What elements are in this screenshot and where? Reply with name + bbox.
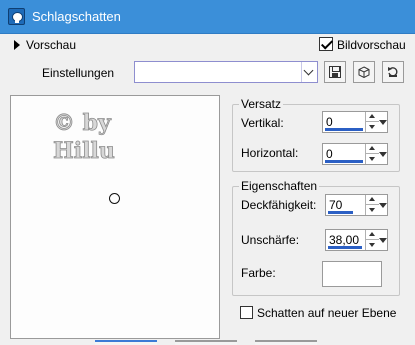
cube-icon (358, 66, 370, 78)
farbe-color-swatch[interactable] (322, 261, 382, 287)
unschaerfe-value[interactable]: 38,00 (329, 233, 359, 247)
reset-icon (388, 67, 398, 77)
window-title: Schlagschatten (32, 9, 121, 24)
deckfaehigkeit-stepper[interactable] (365, 195, 379, 215)
versatz-title: Versatz (239, 97, 284, 111)
eigenschaften-group: Eigenschaften Deckfähigkeit: 70 Unschärf… (232, 179, 400, 296)
deckfaehigkeit-spinbox[interactable]: 70 (325, 194, 388, 216)
vertikal-spinbox[interactable]: 0 (322, 111, 388, 133)
deckfaehigkeit-label: Deckfähigkeit: (241, 198, 317, 212)
vertikal-value[interactable]: 0 (326, 115, 333, 129)
watermark-line-2: Hillu (53, 138, 115, 164)
preview-toggle-label[interactable]: Vorschau (26, 38, 76, 52)
cancel-button[interactable] (175, 340, 237, 345)
settings-dropdown[interactable] (134, 61, 318, 83)
horizontal-value[interactable]: 0 (326, 147, 333, 161)
versatz-group: Versatz Vertikal: 0 Horizontal: 0 (232, 97, 400, 172)
shadow-app-icon (8, 8, 25, 25)
settings-label: Einstellungen (42, 66, 115, 80)
horizontal-stepper[interactable] (365, 144, 379, 164)
horizontal-spinbox[interactable]: 0 (322, 143, 388, 165)
shadow-new-layer-label[interactable]: Schatten auf neuer Ebene (257, 306, 396, 320)
unschaerfe-label: Unschärfe: (241, 233, 300, 247)
floppy-icon (329, 66, 341, 78)
chevron-down-icon[interactable] (301, 62, 317, 82)
watermark-line-1: © by (53, 110, 112, 136)
ok-button[interactable] (95, 340, 157, 345)
load-preset-button[interactable] (353, 61, 375, 83)
cursor-circle-icon (109, 193, 120, 204)
horizontal-label: Horizontal: (241, 146, 299, 160)
eigenschaften-title: Eigenschaften (239, 179, 320, 193)
farbe-label: Farbe: (241, 266, 276, 280)
save-preset-button[interactable] (324, 61, 346, 83)
deckfaehigkeit-dropdown-icon[interactable] (378, 195, 388, 215)
bildvorschau-checkbox[interactable] (319, 37, 333, 51)
help-button[interactable] (255, 340, 317, 345)
preview-canvas[interactable]: © by Hillu (10, 95, 220, 339)
shadow-new-layer-checkbox[interactable] (240, 306, 253, 319)
vertikal-slider-bar[interactable] (325, 128, 363, 131)
vertikal-label: Vertikal: (241, 116, 284, 130)
bildvorschau-label[interactable]: Bildvorschau (337, 38, 406, 52)
unschaerfe-slider-bar[interactable] (328, 246, 362, 249)
unschaerfe-spinbox[interactable]: 38,00 (325, 229, 388, 251)
reset-preset-button[interactable] (382, 61, 404, 83)
expand-arrow-icon[interactable] (14, 40, 20, 50)
unschaerfe-stepper[interactable] (365, 230, 379, 250)
horizontal-dropdown-icon[interactable] (378, 144, 388, 164)
vertikal-stepper[interactable] (365, 112, 379, 132)
deckfaehigkeit-value[interactable]: 70 (329, 198, 342, 212)
watermark-image: © by Hillu (53, 110, 116, 165)
horizontal-slider-bar[interactable] (325, 160, 363, 163)
unschaerfe-dropdown-icon[interactable] (378, 230, 388, 250)
deckfaehigkeit-slider-bar[interactable] (328, 211, 353, 214)
vertikal-dropdown-icon[interactable] (378, 112, 388, 132)
